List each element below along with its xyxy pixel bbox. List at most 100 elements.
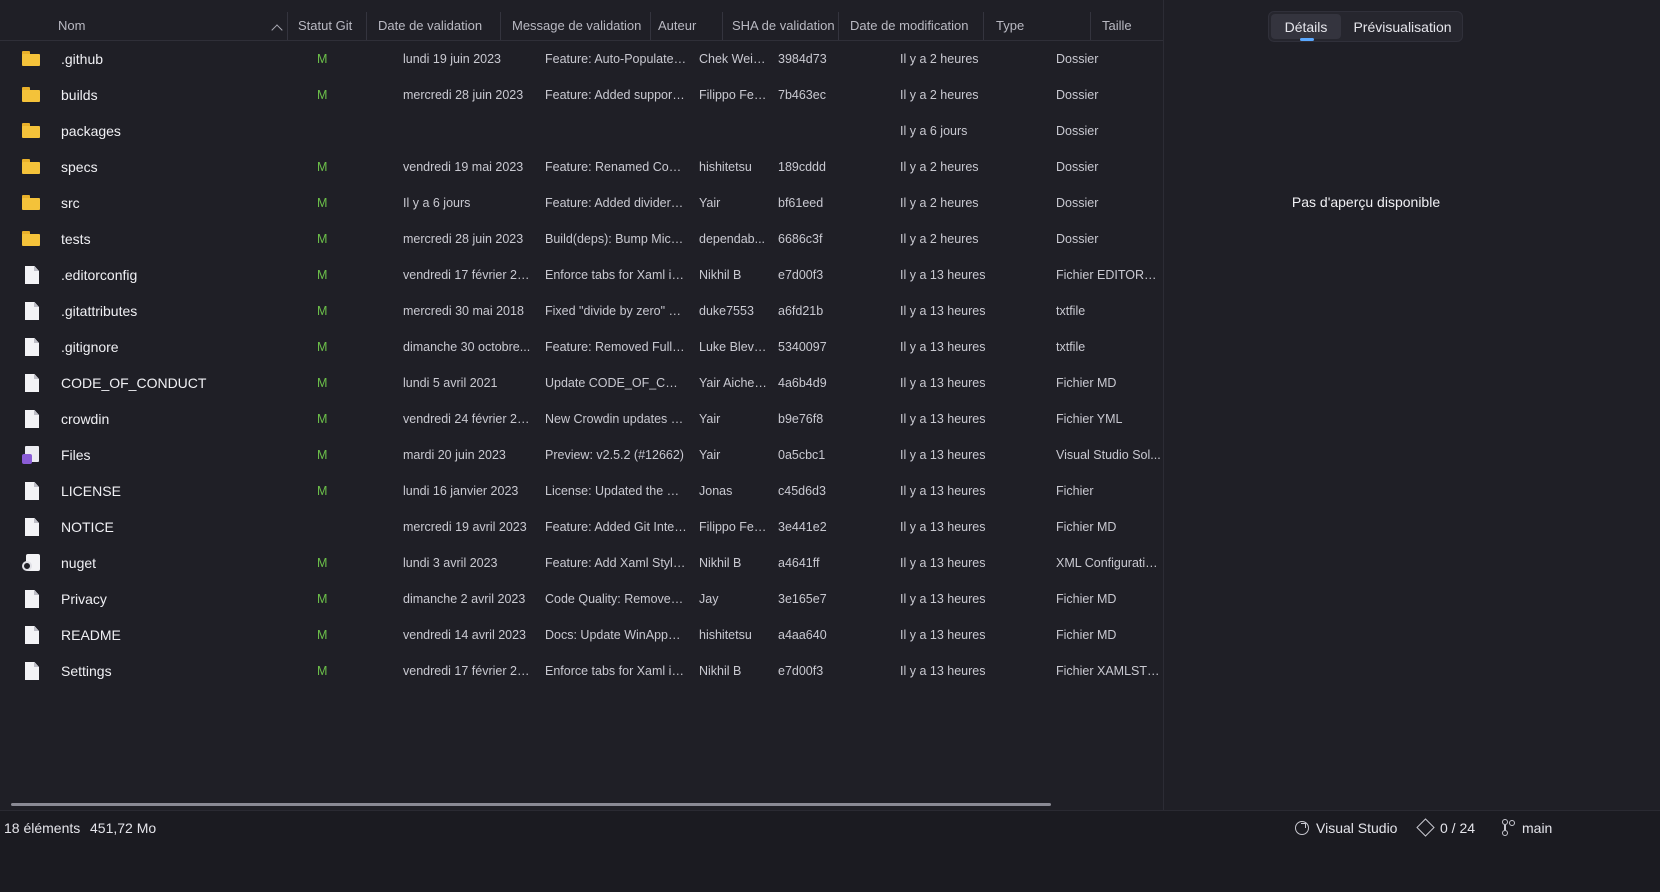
tab-details[interactable]: Détails (1271, 14, 1341, 41)
column-divider[interactable] (838, 12, 839, 40)
table-row[interactable]: README Mvendredi 14 avril 2023 Docs: Updat… (0, 617, 1231, 653)
commit-sha: 7b463ec (778, 88, 826, 102)
selected-tab-indicator (1300, 38, 1314, 41)
column-divider[interactable] (287, 12, 288, 40)
modified-date: Il y a 13 heures (900, 628, 986, 642)
column-divider[interactable] (650, 12, 651, 40)
table-row[interactable]: Privacy Mdimanche 2 avril 2023 Code Qualit… (0, 581, 1231, 617)
table-row[interactable]: .gitattributes Mmercredi 30 mai 2018 Fixed… (0, 293, 1231, 329)
git-status: M (317, 196, 328, 210)
modified-date: Il y a 2 heures (900, 88, 979, 102)
column-header-type[interactable]: Type (996, 8, 1086, 40)
column-header-size[interactable]: Taille (1102, 8, 1160, 40)
table-row[interactable]: tests Mmercredi 28 juin 2023 Build(deps): … (0, 221, 1231, 257)
commit-sha: 3984d73 (778, 52, 827, 66)
table-row[interactable]: crowdin Mvendredi 24 février 2023 New Crow… (0, 401, 1231, 437)
file-icon (25, 626, 39, 644)
table-row[interactable]: specs Mvendredi 19 mai 2023 Feature: Renam… (0, 149, 1231, 185)
column-header-name[interactable]: Nom (58, 8, 258, 40)
commit-author: Yair (699, 412, 721, 426)
file-name: packages (61, 123, 121, 139)
git-sync-icon[interactable] (1416, 818, 1435, 837)
file-name: src (61, 195, 80, 211)
column-header-commit-message[interactable]: Message de validation (512, 8, 650, 40)
commit-sha: e7d00f3 (778, 268, 824, 282)
no-preview-message: Pas d'aperçu disponible (1291, 194, 1441, 210)
table-row[interactable]: .editorconfig Mvendredi 17 février 2023 En… (0, 257, 1231, 293)
column-header-modified[interactable]: Date de modification (850, 8, 980, 40)
column-divider[interactable] (500, 12, 501, 40)
git-status (317, 113, 357, 149)
commit-sha: 6686c3f (778, 232, 823, 246)
table-row[interactable]: nuget Mlundi 3 avril 2023 Feature: Add Xam… (0, 545, 1231, 581)
commit-sha: c45d6d3 (778, 484, 826, 498)
commit-message: Build(deps): Bump Micro... (545, 232, 687, 246)
commit-message: Update CODE_OF_COND... (545, 376, 687, 390)
file-type: Fichier MD (1056, 592, 1117, 606)
file-icon (25, 662, 39, 680)
file-type: Fichier MD (1056, 376, 1117, 390)
table-row[interactable]: CODE_OF_CONDUCT Mlundi 5 avril 2021 Update… (0, 365, 1231, 401)
column-divider[interactable] (722, 12, 723, 40)
column-divider[interactable] (1090, 12, 1091, 40)
file-name: LICENSE (61, 483, 121, 499)
commit-message: Preview: v2.5.2 (#12662) (545, 448, 684, 462)
git-sync-counter[interactable]: 0 / 24 (1440, 811, 1475, 845)
commit-author: Filippo Fer... (699, 88, 767, 102)
commit-author (699, 113, 767, 149)
table-row[interactable]: .gitignore Mdimanche 30 octobre... Feature… (0, 329, 1231, 365)
open-external-icon[interactable] (1295, 821, 1309, 835)
git-status: M (317, 628, 328, 642)
column-header-git-status[interactable]: Statut Git (298, 8, 362, 40)
table-row[interactable]: NOTICE mercredi 19 avril 2023 Feature: Add… (0, 509, 1231, 545)
pane-mode-toggle: Détails Prévisualisation (1268, 11, 1463, 42)
git-branch-icon[interactable] (1500, 819, 1515, 836)
file-type: Fichier MD (1056, 628, 1117, 642)
column-header-sha[interactable]: SHA de validation (732, 8, 836, 40)
table-row[interactable]: LICENSE Mlundi 16 janvier 2023 License: Up… (0, 473, 1231, 509)
file-type: txtfile (1056, 304, 1086, 318)
column-divider[interactable] (366, 12, 367, 40)
file-name: CODE_OF_CONDUCT (61, 375, 207, 391)
file-icon (25, 410, 39, 428)
table-row[interactable]: builds Mmercredi 28 juin 2023 Feature: Add… (0, 77, 1231, 113)
sort-ascending-icon[interactable] (271, 24, 283, 36)
commit-date: mercredi 19 avril 2023 (403, 520, 527, 534)
tab-preview[interactable]: Prévisualisation (1345, 14, 1460, 39)
file-name: specs (61, 159, 98, 175)
column-header-commit-date[interactable]: Date de validation (378, 8, 496, 40)
commit-sha: 4a6b4d9 (778, 376, 827, 390)
table-row[interactable]: .github Mlundi 19 juin 2023 Feature: Auto-… (0, 41, 1231, 77)
open-in-visual-studio-button[interactable]: Visual Studio (1316, 811, 1397, 845)
file-type: Fichier EDITORC... (1056, 268, 1161, 282)
commit-author: dependab... (699, 232, 766, 246)
git-branch-name[interactable]: main (1522, 811, 1552, 845)
file-list-pane: Nom Statut Git Date de validation Messag… (0, 0, 1231, 858)
commit-author: Filippo Fer... (699, 520, 767, 534)
file-type: txtfile (1056, 340, 1086, 354)
file-type: Fichier (1056, 484, 1094, 498)
file-rows: .github Mlundi 19 juin 2023 Feature: Auto-… (0, 41, 1231, 689)
modified-date: Il y a 13 heures (900, 304, 986, 318)
column-divider[interactable] (983, 12, 984, 40)
commit-author: Nikhil B (699, 556, 742, 570)
horizontal-scrollbar[interactable] (11, 803, 1051, 806)
file-type: Fichier YML (1056, 412, 1123, 426)
file-name: .gitattributes (61, 303, 138, 319)
table-row[interactable]: Settings Mvendredi 17 février 2023 Enforce… (0, 653, 1231, 689)
commit-author: hishitetsu (699, 628, 752, 642)
table-row[interactable]: src M Il y a 6 jours Feature: Added divider… (0, 185, 1231, 221)
table-row[interactable]: packagesIl y a 6 joursDossier4,95 Mo (0, 113, 1231, 149)
git-status: M (317, 484, 328, 498)
commit-sha: 3e165e7 (778, 592, 827, 606)
commit-author: Nikhil B (699, 268, 742, 282)
commit-message: Feature: Added support f... (545, 88, 687, 102)
table-row[interactable]: Files Mmardi 20 juin 2023 Preview: v2.5.2 … (0, 437, 1231, 473)
column-header-author[interactable]: Auteur (658, 8, 724, 40)
commit-author: duke7553 (699, 304, 754, 318)
commit-author: Chek Wei T... (699, 52, 767, 66)
git-status: M (317, 52, 328, 66)
status-bar: 18 éléments 451,72 Mo Visual Studio 0 / … (0, 810, 1660, 845)
git-status: M (317, 160, 328, 174)
file-name: README (61, 627, 121, 643)
